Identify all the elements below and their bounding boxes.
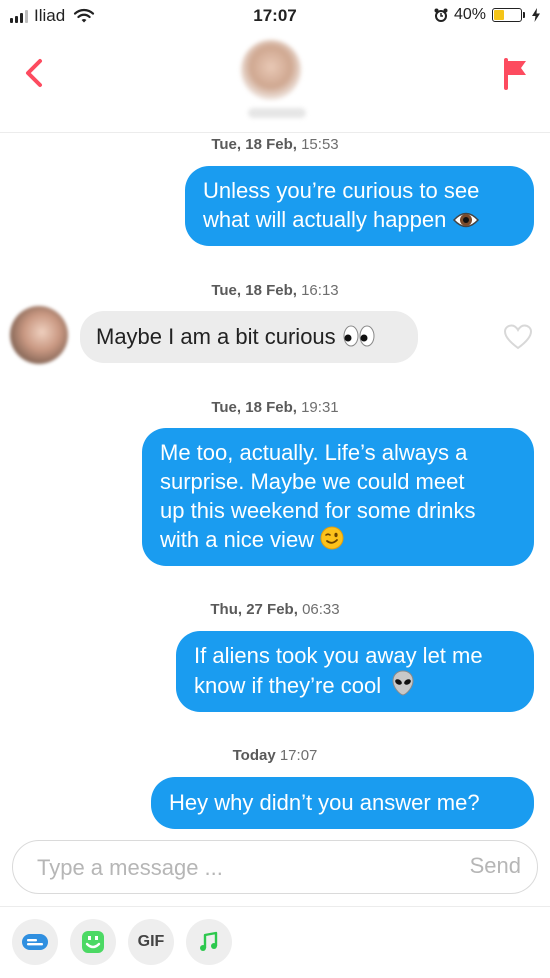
- message-bubble-incoming[interactable]: Maybe I am a bit curious: [80, 311, 418, 363]
- eyes-emoji-icon: [343, 325, 375, 347]
- alarm-icon: [434, 8, 448, 22]
- timestamp: Tue, 18 Feb, 16:13: [211, 282, 339, 299]
- match-avatar-small[interactable]: [10, 306, 68, 364]
- message-composer: Send: [12, 840, 538, 894]
- timestamp: Tue, 18 Feb, 15:53: [211, 136, 339, 153]
- message-bubble-outgoing[interactable]: If aliens took you away let me know if t…: [176, 631, 534, 712]
- battery-percent: 40%: [453, 6, 486, 23]
- divider: [0, 906, 550, 907]
- chevron-left-icon[interactable]: [18, 56, 52, 90]
- send-button[interactable]: Send: [470, 853, 521, 879]
- chat-header: [0, 34, 550, 133]
- flag-icon[interactable]: [498, 56, 532, 90]
- eye-emoji-icon: [452, 212, 479, 228]
- music-tool-button[interactable]: [186, 919, 232, 965]
- message-input[interactable]: [35, 849, 419, 887]
- message-bubble-outgoing[interactable]: Me too, actually. Life’s always a surpri…: [142, 428, 534, 566]
- timestamp: Tue, 18 Feb, 19:31: [211, 399, 339, 416]
- message-bubble-outgoing[interactable]: Hey why didn’t you answer me?: [151, 777, 534, 829]
- alien-emoji-icon: [392, 670, 414, 696]
- timestamp: Thu, 27 Feb, 06:33: [210, 601, 340, 618]
- battery-icon: [492, 8, 525, 22]
- message-bubble-outgoing[interactable]: Unless you’re curious to see what will a…: [185, 166, 534, 246]
- gif-button[interactable]: GIF: [128, 919, 174, 965]
- match-avatar[interactable]: [241, 40, 301, 100]
- emoji-tool-button[interactable]: [70, 919, 116, 965]
- charging-icon: [532, 8, 540, 22]
- status-bar: Iliad 17:07 40%: [0, 0, 550, 34]
- match-name-blurred[interactable]: [248, 108, 306, 118]
- heart-icon[interactable]: [503, 322, 533, 352]
- music-note-icon: [200, 931, 218, 951]
- wink-emoji-icon: [320, 526, 344, 550]
- timestamp: Today 17:07: [232, 747, 318, 764]
- smiley-icon: [82, 931, 104, 953]
- sticker-tool-button[interactable]: [12, 919, 58, 965]
- chat-card-icon: [22, 934, 48, 950]
